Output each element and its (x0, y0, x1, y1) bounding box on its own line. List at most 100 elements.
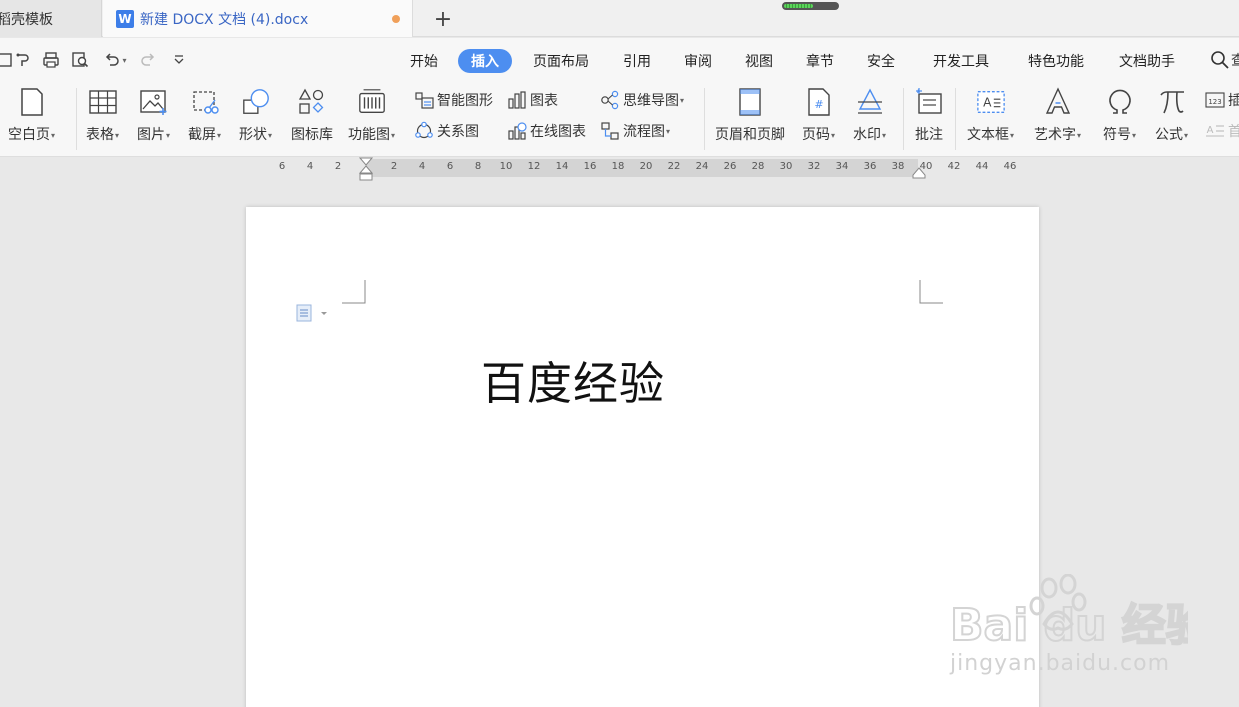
online-chart-button[interactable]: 在线图表 (507, 120, 586, 142)
header-footer-button[interactable]: 页眉和页脚 (715, 86, 785, 144)
screenshot-icon (190, 86, 220, 118)
redo-icon[interactable] (137, 50, 159, 70)
drop-cap-button[interactable]: A 首 (1205, 120, 1239, 142)
customize-toolbar-icon[interactable] (168, 50, 190, 70)
relation-chart-icon (414, 121, 434, 141)
icon-library-button[interactable]: 图标库 (291, 86, 333, 144)
mind-map-button[interactable]: 思维导图 ▾ (600, 89, 684, 111)
blank-page-button[interactable]: 空白页▾ (8, 86, 55, 144)
word-art-button[interactable]: 艺术字▾ (1034, 86, 1081, 144)
blank-page-label: 空白页 (8, 127, 50, 143)
ruler-number: 18 (611, 161, 625, 172)
textbox-button[interactable]: A 文本框▾ (967, 86, 1014, 144)
table-label: 表格 (86, 127, 114, 143)
tab-current-document[interactable]: W 新建 DOCX 文档 (4).docx (103, 0, 413, 37)
relation-chart-button[interactable]: 关系图 (414, 120, 479, 142)
ruler-number: 20 (639, 161, 653, 172)
screenshot-button[interactable]: 截屏▾ (188, 86, 221, 144)
ruler-number: 12 (527, 161, 541, 172)
number-123-icon: 123 (1205, 90, 1225, 110)
watermark-button[interactable]: 水印▾ (853, 86, 886, 144)
blank-page-icon (17, 86, 47, 118)
formula-button[interactable]: 公式▾ (1155, 86, 1188, 144)
print-icon[interactable] (40, 50, 62, 70)
textbox-icon: A (976, 86, 1006, 118)
screenshot-label: 截屏 (188, 127, 216, 143)
omega-symbol-icon (1105, 86, 1135, 118)
watermark-label: 水印 (853, 127, 881, 143)
icon-library-icon (297, 86, 327, 118)
tab-bar: 稻壳模板 W 新建 DOCX 文档 (4).docx + (0, 0, 1239, 37)
horizontal-ruler[interactable]: 6 4 2 2 4 6 8 10 12 14 16 18 20 22 24 26 28 30 32 34 36 38 40 4… (0, 157, 1239, 181)
ruler-number: 44 (975, 161, 989, 172)
ruler-number: 6 (278, 161, 286, 172)
symbol-button[interactable]: 符号▾ (1103, 86, 1136, 144)
menu-review[interactable]: 审阅 (674, 49, 722, 73)
progress-fill (784, 4, 813, 8)
divider (704, 88, 705, 150)
svg-text:#: # (814, 98, 823, 111)
first-line-indent-marker-icon[interactable] (359, 157, 373, 181)
function-chart-icon (357, 86, 387, 118)
new-tab-button[interactable]: + (430, 6, 456, 32)
header-footer-icon (735, 86, 765, 118)
menu-page-layout[interactable]: 页面布局 (525, 49, 597, 73)
insert-ribbon: 空白页▾ 表格▾ 图片▾ 截屏▾ 形状▾ 图标库 功能图▾ 智能图形 关系图 图… (0, 82, 1239, 157)
shape-icon (241, 86, 271, 118)
document-page[interactable]: 百度经验 (246, 207, 1039, 707)
picture-icon (139, 86, 169, 118)
menu-security[interactable]: 安全 (857, 49, 905, 73)
menu-home[interactable]: 开始 (400, 49, 448, 73)
ruler-number: 6 (446, 161, 454, 172)
comment-button[interactable]: 批注 (914, 86, 944, 144)
menu-references[interactable]: 引用 (613, 49, 661, 73)
insert-number-button[interactable]: 123 插 (1205, 89, 1239, 111)
textbox-label: 文本框 (967, 127, 1009, 143)
unsaved-indicator-icon (392, 15, 400, 23)
header-footer-label: 页眉和页脚 (715, 127, 785, 143)
watermark-brand-text: Bai du 经验 (950, 600, 1188, 651)
table-button[interactable]: 表格▾ (86, 86, 119, 144)
menu-special-features[interactable]: 特色功能 (1017, 49, 1095, 73)
picture-button[interactable]: 图片▾ (137, 86, 170, 144)
menu-view[interactable]: 视图 (735, 49, 783, 73)
function-chart-button[interactable]: 功能图▾ (348, 86, 395, 144)
chart-button[interactable]: 图表 (507, 89, 558, 111)
menu-chapter[interactable]: 章节 (796, 49, 844, 73)
undo-icon[interactable]: ▾ (99, 50, 131, 70)
document-body-text[interactable]: 百度经验 (481, 347, 665, 412)
page-number-button[interactable]: # 页码▾ (802, 86, 835, 144)
ruler-number: 4 (418, 161, 426, 172)
menu-bar: ▾ 开始 插入 页面布局 引用 审阅 视图 章节 安全 开发工具 特色功能 文档… (0, 38, 1239, 82)
tab-label: 稻壳模板 (0, 11, 53, 28)
tab-docer-templates[interactable]: 稻壳模板 (0, 0, 102, 37)
function-chart-label: 功能图 (348, 127, 390, 143)
table-icon (88, 86, 118, 118)
menu-insert[interactable]: 插入 (458, 49, 512, 73)
menu-developer-tools[interactable]: 开发工具 (922, 49, 1000, 73)
search-label[interactable]: 查 (1231, 50, 1239, 70)
ruler-number: 10 (499, 161, 513, 172)
divider (903, 88, 904, 150)
print-preview-icon[interactable] (69, 50, 91, 70)
shape-button[interactable]: 形状▾ (239, 86, 272, 144)
flowchart-button[interactable]: 流程图 ▾ (600, 120, 670, 142)
ruler-number: 28 (751, 161, 765, 172)
shape-label: 形状 (239, 127, 267, 143)
ruler-number: 38 (891, 161, 905, 172)
format-painter-icon[interactable] (12, 50, 34, 70)
ruler-number: 2 (390, 161, 398, 172)
relation-chart-label: 关系图 (437, 124, 479, 140)
menu-doc-assistant[interactable]: 文档助手 (1108, 49, 1186, 73)
ruler-number: 32 (807, 161, 821, 172)
flowchart-label: 流程图 (623, 124, 665, 140)
search-icon[interactable] (1210, 50, 1230, 75)
paragraph-layout-icon[interactable] (296, 304, 330, 322)
tab-label: 新建 DOCX 文档 (4).docx (140, 11, 309, 28)
drop-cap-icon: A (1205, 121, 1225, 141)
smart-art-button[interactable]: 智能图形 (414, 89, 493, 111)
svg-text:A: A (1207, 125, 1214, 136)
ruler-number: 30 (779, 161, 793, 172)
ruler-number: 22 (667, 161, 681, 172)
picture-label: 图片 (137, 127, 165, 143)
